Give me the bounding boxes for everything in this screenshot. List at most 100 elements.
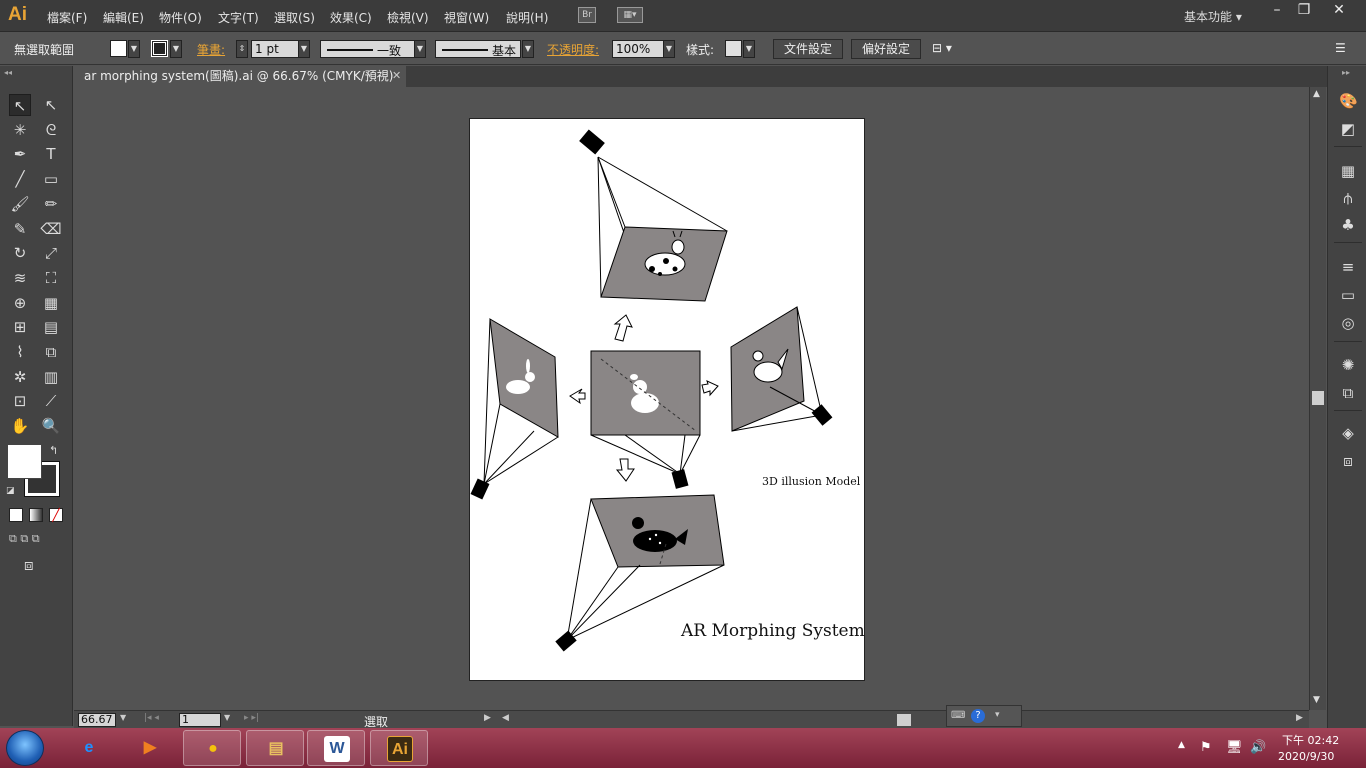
show-hidden-icons[interactable]: ▲	[1178, 740, 1185, 750]
blend-tool-icon[interactable]: ⧉	[40, 341, 62, 363]
menu-object[interactable]: 物件(O)	[159, 9, 202, 26]
brush-dropdown[interactable]: ▼	[522, 40, 534, 58]
document-setup-button[interactable]: 文件設定	[773, 39, 843, 59]
graphic-styles-icon[interactable]: ⧉	[1339, 384, 1357, 402]
slice-tool-icon[interactable]: ⟋	[40, 390, 62, 412]
scroll-left-icon[interactable]: ◀	[502, 713, 509, 723]
artboard-dropdown[interactable]: ▼	[224, 713, 230, 722]
clock-date[interactable]: 2020/9/30	[1278, 750, 1334, 763]
taskbar-file-explorer[interactable]: ▤	[246, 730, 304, 766]
warp-tool-icon[interactable]: ≋	[9, 267, 31, 289]
scale-tool-icon[interactable]: ⤢	[40, 242, 62, 264]
panel-menu-icon[interactable]: ☰	[1335, 41, 1346, 55]
free-transform-tool-icon[interactable]: ⛶	[40, 267, 62, 289]
artboard-tool-icon[interactable]: ⊡	[9, 390, 31, 412]
eyedropper-tool-icon[interactable]: ⌇	[9, 341, 31, 363]
canvas-area[interactable]: 3D illusion Model AR Morphing System	[74, 87, 1309, 710]
language-bar[interactable]: ⌨ ? ▾	[946, 705, 1022, 727]
expand-panels-icon[interactable]: ▸▸	[1342, 68, 1350, 77]
eraser-tool-icon[interactable]: ⌫	[40, 218, 62, 240]
options-icon[interactable]: ▾	[995, 710, 1000, 720]
stroke-weight-dropdown[interactable]: ▼	[298, 40, 310, 58]
variable-width-profile[interactable]: 一致	[320, 40, 416, 58]
menu-file[interactable]: 檔案(F)	[47, 9, 87, 26]
restore-button[interactable]: ❐	[1287, 0, 1321, 20]
stroke-panel-icon[interactable]: ≡	[1339, 258, 1357, 276]
artboards-icon[interactable]: ⧈	[1339, 452, 1357, 470]
stroke-dropdown[interactable]: ▼	[170, 40, 182, 58]
keyboard-icon[interactable]: ⌨	[951, 710, 965, 721]
bridge-icon[interactable]: Br	[578, 7, 596, 23]
rectangle-tool-icon[interactable]: ▭	[40, 168, 62, 190]
zoom-field[interactable]: 66.67	[78, 713, 116, 727]
stroke-weight-field[interactable]: 1 pt	[251, 40, 299, 58]
help-icon[interactable]: ?	[971, 709, 985, 723]
taskbar-illustrator[interactable]: Ai	[370, 730, 428, 766]
network-icon[interactable]: 🖥	[1226, 740, 1243, 755]
artboard[interactable]: 3D illusion Model AR Morphing System	[469, 118, 865, 681]
pencil-tool-icon[interactable]: ✏	[40, 193, 62, 215]
scroll-down-icon[interactable]: ▼	[1313, 695, 1320, 705]
appearance-icon[interactable]: ✺	[1339, 356, 1357, 374]
transparency-icon[interactable]: ◎	[1339, 314, 1357, 332]
scroll-up-icon[interactable]: ▲	[1313, 89, 1320, 99]
stroke-weight-stepper[interactable]: ⇕	[236, 40, 248, 58]
swap-colors-icon[interactable]: ↰	[49, 444, 58, 457]
mesh-tool-icon[interactable]: ⊞	[9, 316, 31, 338]
status-menu-icon[interactable]: ▶	[484, 713, 491, 723]
taskbar-chrome[interactable]: ●	[183, 730, 241, 766]
gradient-panel-icon[interactable]: ▭	[1339, 286, 1357, 304]
action-center-icon[interactable]: ⚑	[1200, 740, 1212, 755]
menu-window[interactable]: 視窗(W)	[444, 9, 489, 26]
menu-select[interactable]: 選取(S)	[274, 9, 315, 26]
symbols-icon[interactable]: ♣	[1339, 216, 1357, 234]
menu-view[interactable]: 檢視(V)	[387, 9, 429, 26]
opacity-field[interactable]: 100%	[612, 40, 664, 58]
first-artboard-icon[interactable]: |◂ ◂	[144, 713, 159, 723]
color-panel-icon[interactable]: 🎨	[1339, 92, 1358, 110]
menu-type[interactable]: 文字(T)	[218, 9, 259, 26]
horizontal-scroll-thumb[interactable]	[897, 714, 911, 726]
layers-icon[interactable]: ◈	[1339, 424, 1357, 442]
perspective-grid-tool-icon[interactable]: ▦	[40, 292, 62, 314]
taskbar-ie[interactable]: e	[60, 730, 118, 766]
screen-mode-icon[interactable]: ⧈	[24, 556, 34, 574]
zoom-tool-icon[interactable]: 🔍	[40, 415, 62, 437]
brushes-icon[interactable]: ⫛	[1339, 189, 1357, 207]
menu-edit[interactable]: 編輯(E)	[103, 9, 144, 26]
workspace-switcher[interactable]: 基本功能 ▾	[1184, 8, 1242, 25]
pen-tool-icon[interactable]: ✒	[9, 143, 31, 165]
paintbrush-tool-icon[interactable]: 🖌	[9, 193, 31, 215]
fill-swatch[interactable]	[110, 40, 127, 57]
blob-brush-tool-icon[interactable]: ✎	[9, 218, 31, 240]
fill-color-front[interactable]	[7, 444, 42, 479]
hand-tool-icon[interactable]: ✋	[9, 415, 31, 437]
arrange-icon[interactable]: ⊟ ▾	[932, 41, 952, 55]
style-swatch[interactable]	[725, 40, 742, 57]
profile-dropdown[interactable]: ▼	[414, 40, 426, 58]
color-mode-icon[interactable]	[9, 508, 23, 522]
volume-icon[interactable]: 🔊	[1250, 740, 1266, 755]
scroll-right-icon[interactable]: ▶	[1296, 713, 1303, 723]
start-button[interactable]	[6, 730, 44, 766]
default-colors-icon[interactable]: ◪	[6, 486, 15, 496]
opacity-label[interactable]: 不透明度:	[547, 41, 599, 58]
shape-builder-tool-icon[interactable]: ⊕	[9, 292, 31, 314]
lasso-tool-icon[interactable]: ᘓ	[40, 119, 62, 141]
rotate-tool-icon[interactable]: ↻	[9, 242, 31, 264]
gradient-tool-icon[interactable]: ▤	[40, 316, 62, 338]
color-guide-icon[interactable]: ◩	[1339, 120, 1357, 138]
vertical-scrollbar[interactable]: ▲ ▼	[1309, 87, 1326, 710]
brush-definition[interactable]: 基本	[435, 40, 521, 58]
gradient-mode-icon[interactable]	[29, 508, 43, 522]
fill-dropdown[interactable]: ▼	[128, 40, 140, 58]
column-graph-tool-icon[interactable]: ▥	[40, 366, 62, 388]
document-tab[interactable]: ar morphing system(圖稿).ai @ 66.67% (CMYK…	[74, 66, 406, 87]
magic-wand-tool-icon[interactable]: ✳	[9, 119, 31, 141]
preferences-button[interactable]: 偏好設定	[851, 39, 921, 59]
selection-tool-icon[interactable]: ↖	[9, 94, 31, 116]
swatches-icon[interactable]: ▦	[1339, 162, 1357, 180]
zoom-dropdown[interactable]: ▼	[120, 713, 126, 722]
direct-selection-tool-icon[interactable]: ↖	[40, 94, 62, 116]
taskbar-media-player[interactable]: ▶	[121, 730, 179, 766]
